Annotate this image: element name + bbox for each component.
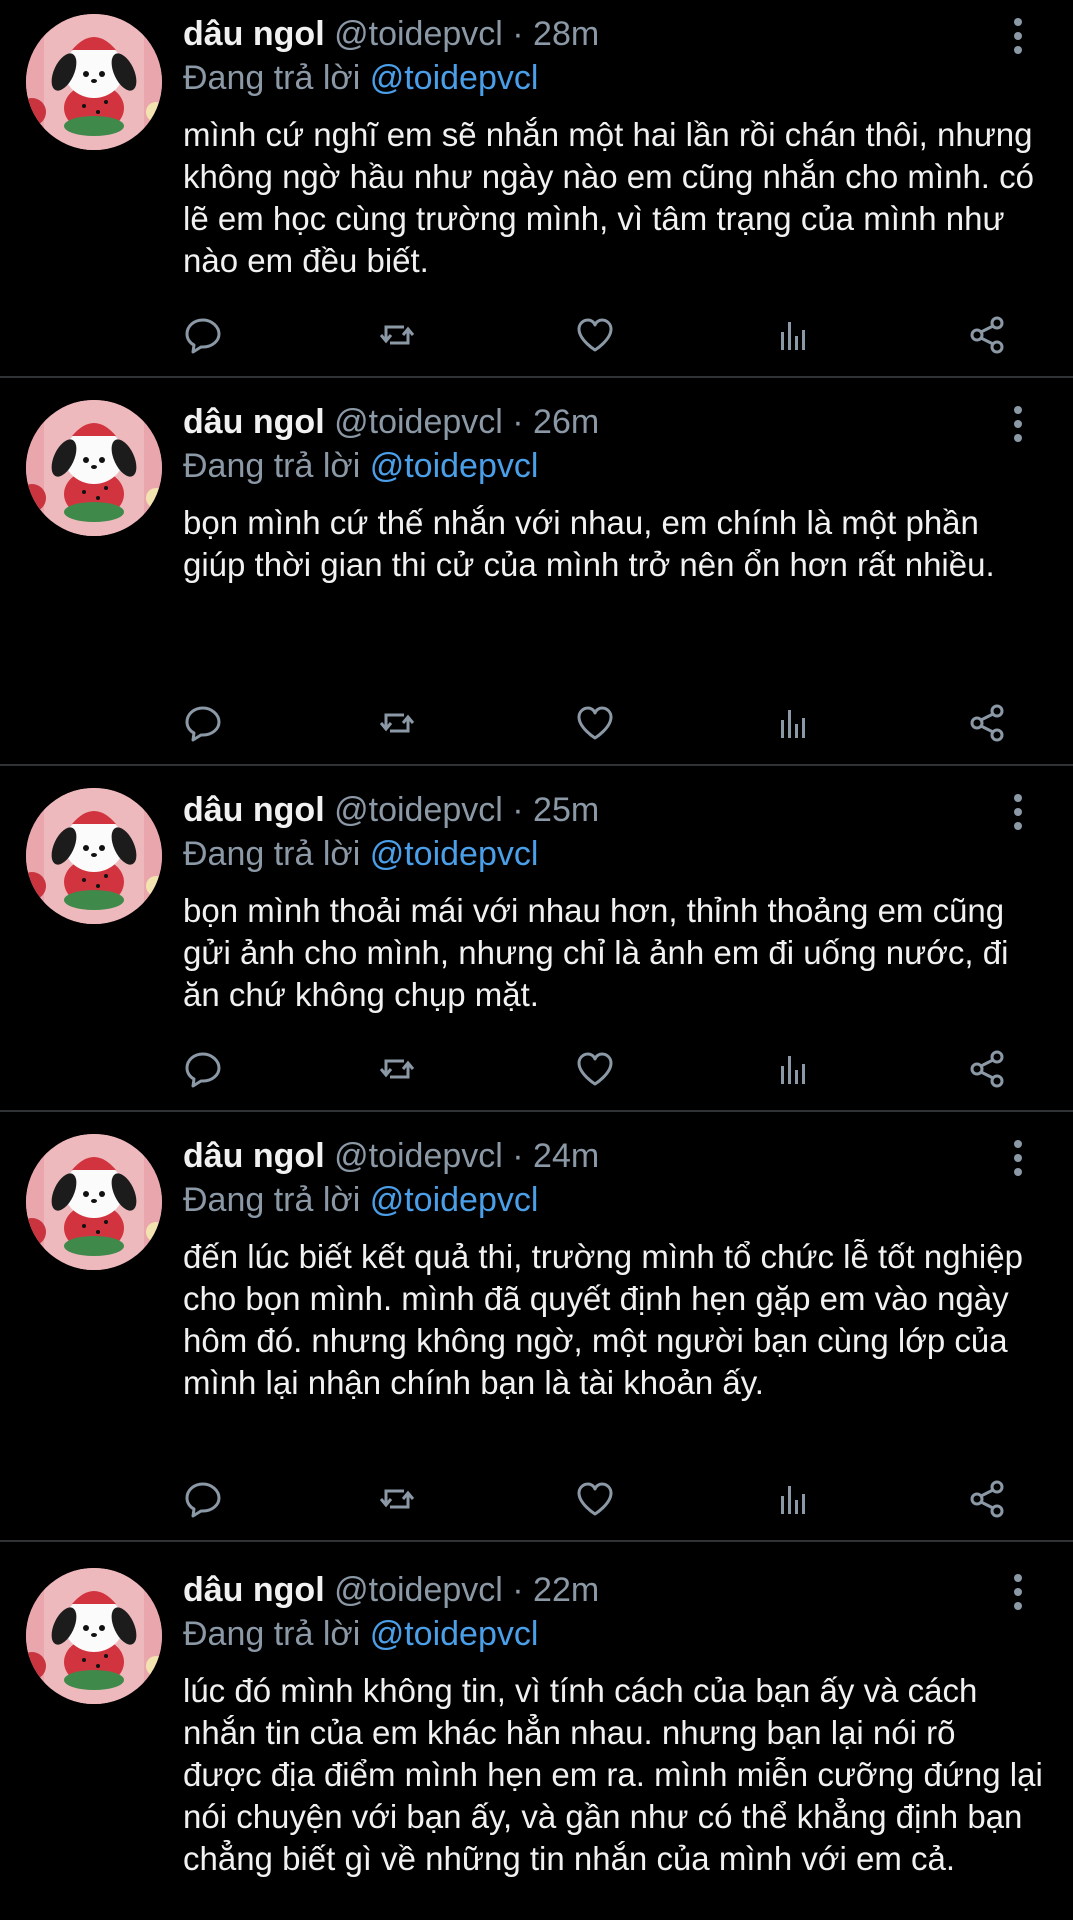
tweet-text: đến lúc biết kết quả thi, trường mình tổ… bbox=[183, 1238, 1023, 1401]
tweet-actions bbox=[0, 1044, 1073, 1094]
tweet-header: dâu ngol @toidepvcl · 26m bbox=[183, 402, 599, 442]
tweet[interactable]: dâu ngol @toidepvcl · 25m Đang trả lời @… bbox=[0, 766, 1073, 1112]
reply-to-handle[interactable]: @toidepvcl bbox=[370, 1615, 539, 1653]
reply-prefix: Đang trả lời bbox=[183, 1181, 361, 1219]
tweet[interactable]: dâu ngol @toidepvcl · 28m Đang trả lời @… bbox=[0, 0, 1073, 378]
avatar[interactable] bbox=[26, 14, 162, 150]
share-icon[interactable] bbox=[962, 310, 1012, 360]
retweet-icon[interactable] bbox=[372, 1474, 422, 1524]
reply-context: Đang trả lời @toidepvcl bbox=[183, 446, 538, 486]
reply-prefix: Đang trả lời bbox=[183, 59, 361, 97]
reply-prefix: Đang trả lời bbox=[183, 835, 361, 873]
tweet-actions bbox=[0, 1474, 1073, 1524]
reply-prefix: Đang trả lời bbox=[183, 447, 361, 485]
tweet[interactable]: dâu ngol @toidepvcl · 24m Đang trả lời @… bbox=[0, 1112, 1073, 1542]
reply-context: Đang trả lời @toidepvcl bbox=[183, 1614, 538, 1654]
more-vertical-icon[interactable] bbox=[1006, 404, 1030, 444]
tweet-time: · 28m bbox=[512, 15, 600, 53]
more-vertical-icon[interactable] bbox=[1006, 1572, 1030, 1612]
tweet-header: dâu ngol @toidepvcl · 22m bbox=[183, 1570, 599, 1610]
display-name[interactable]: dâu ngol bbox=[183, 1571, 325, 1609]
display-name[interactable]: dâu ngol bbox=[183, 1137, 325, 1175]
retweet-icon[interactable] bbox=[372, 1044, 422, 1094]
reply-to-handle[interactable]: @toidepvcl bbox=[370, 59, 539, 97]
display-name[interactable]: dâu ngol bbox=[183, 791, 325, 829]
tweet-time: · 26m bbox=[512, 403, 600, 441]
user-handle[interactable]: @toidepvcl bbox=[334, 1137, 503, 1175]
more-vertical-icon[interactable] bbox=[1006, 792, 1030, 832]
reply-icon[interactable] bbox=[178, 310, 228, 360]
tweet-header: dâu ngol @toidepvcl · 28m bbox=[183, 14, 599, 54]
reply-context: Đang trả lời @toidepvcl bbox=[183, 1180, 538, 1220]
user-handle[interactable]: @toidepvcl bbox=[334, 1571, 503, 1609]
tweet[interactable]: dâu ngol @toidepvcl · 22m Đang trả lời @… bbox=[0, 1542, 1073, 1920]
tweet[interactable]: dâu ngol @toidepvcl · 26m Đang trả lời @… bbox=[0, 378, 1073, 766]
reply-to-handle[interactable]: @toidepvcl bbox=[370, 447, 539, 485]
avatar[interactable] bbox=[26, 1134, 162, 1270]
tweet-text: bọn mình thoải mái với nhau hơn, thỉnh t… bbox=[183, 892, 1009, 1013]
user-handle[interactable]: @toidepvcl bbox=[334, 403, 503, 441]
reply-to-handle[interactable]: @toidepvcl bbox=[370, 1181, 539, 1219]
like-icon[interactable] bbox=[570, 1474, 620, 1524]
avatar[interactable] bbox=[26, 788, 162, 924]
tweet-time: · 25m bbox=[512, 791, 600, 829]
tweet-text: lúc đó mình không tin, vì tính cách của … bbox=[183, 1672, 1043, 1877]
tweet-header: dâu ngol @toidepvcl · 24m bbox=[183, 1136, 599, 1176]
share-icon[interactable] bbox=[962, 1474, 1012, 1524]
avatar[interactable] bbox=[26, 1568, 162, 1704]
user-handle[interactable]: @toidepvcl bbox=[334, 15, 503, 53]
tweet-time: · 24m bbox=[512, 1137, 600, 1175]
reply-prefix: Đang trả lời bbox=[183, 1615, 361, 1653]
display-name[interactable]: dâu ngol bbox=[183, 15, 325, 53]
avatar[interactable] bbox=[26, 400, 162, 536]
share-icon[interactable] bbox=[962, 698, 1012, 748]
views-icon[interactable] bbox=[768, 1474, 818, 1524]
reply-icon[interactable] bbox=[178, 1044, 228, 1094]
more-vertical-icon[interactable] bbox=[1006, 16, 1030, 56]
views-icon[interactable] bbox=[768, 1044, 818, 1094]
reply-to-handle[interactable]: @toidepvcl bbox=[370, 835, 539, 873]
views-icon[interactable] bbox=[768, 310, 818, 360]
more-vertical-icon[interactable] bbox=[1006, 1138, 1030, 1178]
reply-context: Đang trả lời @toidepvcl bbox=[183, 834, 538, 874]
tweet-header: dâu ngol @toidepvcl · 25m bbox=[183, 790, 599, 830]
tweet-text: bọn mình cứ thế nhắn với nhau, em chính … bbox=[183, 504, 995, 583]
user-handle[interactable]: @toidepvcl bbox=[334, 791, 503, 829]
reply-context: Đang trả lời @toidepvcl bbox=[183, 58, 538, 98]
reply-icon[interactable] bbox=[178, 1474, 228, 1524]
tweet-actions bbox=[0, 310, 1073, 360]
tweet-text: mình cứ nghĩ em sẽ nhắn một hai lần rồi … bbox=[183, 116, 1034, 279]
share-icon[interactable] bbox=[962, 1044, 1012, 1094]
retweet-icon[interactable] bbox=[372, 310, 422, 360]
display-name[interactable]: dâu ngol bbox=[183, 403, 325, 441]
tweet-actions bbox=[0, 698, 1073, 748]
like-icon[interactable] bbox=[570, 1044, 620, 1094]
retweet-icon[interactable] bbox=[372, 698, 422, 748]
reply-icon[interactable] bbox=[178, 698, 228, 748]
like-icon[interactable] bbox=[570, 698, 620, 748]
like-icon[interactable] bbox=[570, 310, 620, 360]
views-icon[interactable] bbox=[768, 698, 818, 748]
tweet-time: · 22m bbox=[512, 1571, 600, 1609]
